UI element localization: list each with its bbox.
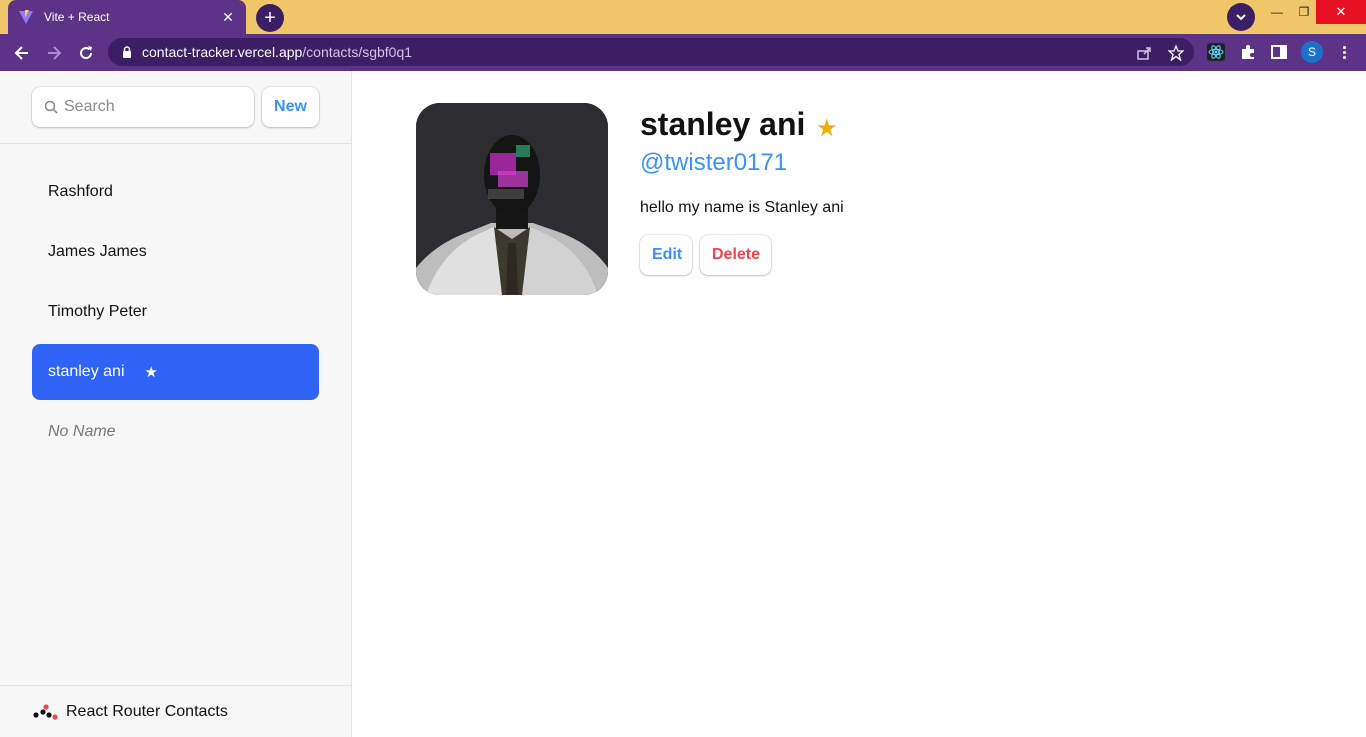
lock-icon xyxy=(123,46,131,58)
delete-button[interactable]: Delete xyxy=(700,235,771,275)
window-maximize-button[interactable]: ❐ xyxy=(1289,0,1319,24)
contact-name: stanley ani xyxy=(640,106,806,142)
tab-title: Vite + React xyxy=(44,10,110,24)
contact-item-timothy-peter[interactable]: Timothy Peter xyxy=(32,284,319,340)
forward-button[interactable] xyxy=(39,38,69,68)
search-input[interactable] xyxy=(64,98,234,116)
contact-list: Rashford James James Timothy Peter stanl… xyxy=(32,164,319,464)
contact-notes: hello my name is Stanley ani xyxy=(640,199,844,216)
sidebar-footer: React Router Contacts xyxy=(0,685,351,737)
contact-detail: stanley ani ★ @twister0171 hello my name… xyxy=(352,71,1366,737)
contact-item-stanley-ani[interactable]: stanley ani ★ xyxy=(32,344,319,400)
arrow-left-icon xyxy=(14,46,28,60)
contact-item-label: Rashford xyxy=(48,183,113,200)
bookmark-star-icon[interactable] xyxy=(1168,45,1184,61)
browser-toolbar: contact-tracker.vercel.app/contacts/sgbf… xyxy=(0,34,1366,71)
url-path: /contacts/sgbf0q1 xyxy=(302,44,413,60)
browser-tab-active[interactable]: Vite + React ✕ xyxy=(8,0,246,34)
reload-icon xyxy=(80,46,93,60)
contact-item-label: James James xyxy=(48,243,147,260)
tab-close-icon[interactable]: ✕ xyxy=(220,9,236,25)
contact-avatar xyxy=(416,103,608,295)
react-devtools-icon[interactable] xyxy=(1207,43,1225,61)
avatar-image xyxy=(416,103,608,295)
edit-button[interactable]: Edit xyxy=(640,235,692,275)
new-tab-button[interactable]: + xyxy=(256,4,284,32)
footer-title: React Router Contacts xyxy=(66,702,228,720)
new-contact-button[interactable]: New xyxy=(262,87,319,127)
contact-item-label: stanley ani xyxy=(48,363,125,380)
browser-tabstrip: Vite + React ✕ + — ❐ ✕ xyxy=(0,0,1366,34)
search-box[interactable] xyxy=(32,87,254,127)
search-icon xyxy=(44,100,58,114)
chevron-down-icon xyxy=(1236,14,1246,21)
url-host: contact-tracker.vercel.app xyxy=(142,44,303,60)
react-router-logo-icon xyxy=(33,703,58,720)
side-panel-icon[interactable] xyxy=(1270,43,1288,61)
contact-item-no-name[interactable]: No Name xyxy=(32,404,319,460)
favorite-star-icon: ★ xyxy=(144,364,158,381)
extensions-puzzle-icon[interactable] xyxy=(1239,43,1257,61)
profile-avatar[interactable]: S xyxy=(1301,41,1323,63)
arrow-right-icon xyxy=(48,46,62,60)
url-text: contact-tracker.vercel.app/contacts/sgbf… xyxy=(142,44,412,60)
contact-item-label: Timothy Peter xyxy=(48,303,147,320)
sidebar-divider xyxy=(0,143,351,144)
sidebar: New Rashford James James Timothy Peter s… xyxy=(0,71,352,737)
window-close-button[interactable]: ✕ xyxy=(1316,0,1366,24)
share-icon[interactable] xyxy=(1136,45,1152,61)
contact-item-james-james[interactable]: James James xyxy=(32,224,319,280)
window-minimize-button[interactable]: — xyxy=(1262,0,1292,24)
tab-search-button[interactable] xyxy=(1227,3,1255,31)
contact-item-label: No Name xyxy=(48,423,116,440)
back-button[interactable] xyxy=(7,38,37,68)
address-bar[interactable]: contact-tracker.vercel.app/contacts/sgbf… xyxy=(108,38,1194,66)
browser-menu-icon[interactable] xyxy=(1334,42,1354,62)
reload-button[interactable] xyxy=(71,38,101,68)
favorite-toggle-star-icon[interactable]: ★ xyxy=(816,114,838,143)
vite-logo-icon xyxy=(19,10,33,24)
contact-item-rashford[interactable]: Rashford xyxy=(32,164,319,220)
twitter-link[interactable]: @twister0171 xyxy=(640,149,787,177)
